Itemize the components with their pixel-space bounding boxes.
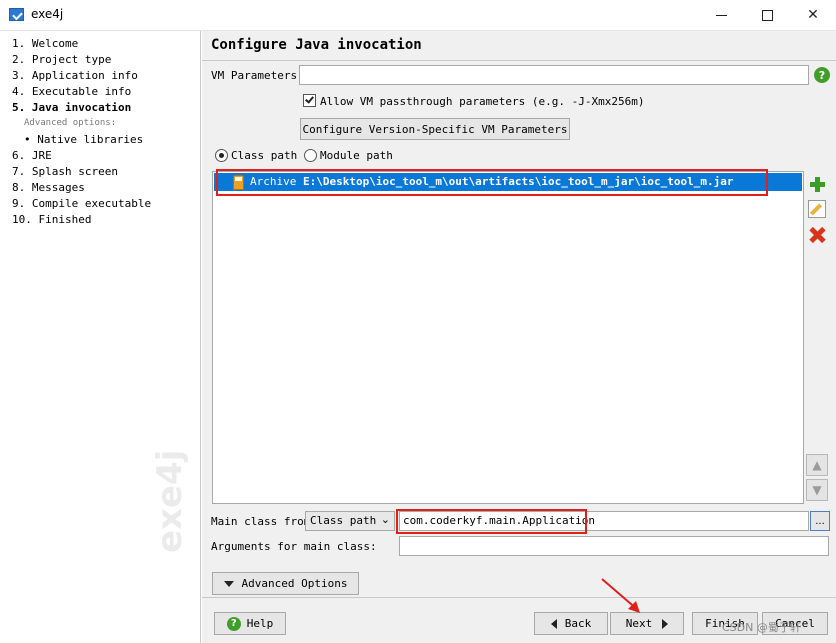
title-divider (202, 60, 836, 61)
back-label: Back (564, 617, 592, 630)
allow-passthrough-label: Allow VM passthrough parameters (e.g. -J… (320, 95, 645, 108)
step-application-info[interactable]: 3. Application info (12, 69, 138, 82)
plus-icon (809, 176, 825, 192)
step-splash-screen[interactable]: 7. Splash screen (12, 165, 118, 178)
watermark-credit: CSDN @蜀于轩 (722, 621, 801, 634)
back-button[interactable]: Back (534, 612, 608, 635)
title-bar: exe4j ✕ (0, 0, 836, 31)
chevron-down-icon: ⌄ (380, 513, 390, 526)
delete-icon (808, 226, 826, 244)
vm-parameters-input[interactable] (299, 65, 809, 85)
native-libraries-label: Native libraries (37, 133, 144, 146)
minimize-icon (715, 14, 727, 16)
annotation-arrow-icon (601, 578, 640, 613)
maximize-icon (761, 9, 773, 21)
browse-main-class-button[interactable]: ... (810, 511, 830, 531)
advanced-options-heading: Advanced options: (24, 118, 117, 128)
step-native-libraries[interactable]: • Native libraries (24, 133, 143, 146)
move-down-button[interactable]: ▼ (806, 479, 828, 501)
close-button[interactable]: ✕ (790, 0, 836, 30)
module-path-radio[interactable] (304, 149, 317, 162)
triangle-left-icon (550, 618, 557, 629)
class-path-radio-label: Class path (231, 149, 298, 162)
triangle-down-icon (223, 580, 234, 587)
step-java-invocation[interactable]: 5. Java invocation (12, 101, 131, 114)
step-welcome[interactable]: 1. Welcome (12, 37, 78, 50)
wizard-steps-sidebar: 1. Welcome 2. Project type 3. Applicatio… (0, 31, 201, 643)
help-icon[interactable]: ? (814, 67, 830, 83)
main-class-source-value: Class path (310, 514, 377, 527)
allow-passthrough-checkbox[interactable] (303, 94, 316, 107)
help-button[interactable]: ? Help (214, 612, 286, 635)
main-class-source-dropdown[interactable]: Class path ⌄ (305, 511, 395, 531)
step-executable-info[interactable]: 4. Executable info (12, 85, 131, 98)
arguments-input[interactable] (399, 536, 829, 556)
step-project-type[interactable]: 2. Project type (12, 53, 111, 66)
annotation-highlight-box (216, 169, 768, 196)
move-up-button[interactable]: ▲ (806, 454, 828, 476)
exe4j-app-icon (9, 8, 24, 21)
window-title: exe4j (31, 7, 64, 21)
help-label: Help (246, 617, 274, 630)
chevron-up-icon: ▲ (812, 458, 822, 472)
step-jre[interactable]: 6. JRE (12, 149, 52, 162)
edit-icon (808, 200, 826, 218)
step-finished[interactable]: 10. Finished (12, 213, 91, 226)
step-compile-executable[interactable]: 9. Compile executable (12, 197, 151, 210)
close-icon: ✕ (807, 7, 819, 23)
main-panel: Configure Java invocation VM Parameters:… (202, 31, 836, 643)
help-icon: ? (226, 616, 241, 631)
classpath-list[interactable]: Archive E:\Desktop\ioc_tool_m\out\artifa… (212, 171, 804, 504)
step-messages[interactable]: 8. Messages (12, 181, 85, 194)
next-label: Next (625, 617, 653, 630)
configure-version-specific-button[interactable]: Configure Version-Specific VM Parameters (300, 118, 570, 140)
edit-entry-button[interactable] (806, 198, 828, 220)
triangle-right-icon (662, 618, 669, 629)
minimize-button[interactable] (698, 0, 744, 30)
class-path-radio[interactable] (215, 149, 228, 162)
advanced-options-button[interactable]: Advanced Options (212, 572, 359, 595)
annotation-highlight-box (396, 509, 587, 534)
advanced-options-label: Advanced Options (241, 577, 348, 590)
checkmark-icon (305, 94, 314, 104)
page-title: Configure Java invocation (211, 37, 422, 53)
chevron-down-icon: ▼ (812, 483, 822, 497)
module-path-radio-label: Module path (320, 149, 393, 162)
vm-parameters-label: VM Parameters: (211, 69, 304, 82)
arguments-label: Arguments for main class: (211, 540, 377, 553)
remove-entry-button[interactable] (806, 224, 828, 246)
footer-divider (202, 597, 836, 598)
maximize-button[interactable] (744, 0, 790, 30)
add-entry-button[interactable] (806, 173, 828, 195)
main-class-from-label: Main class from (211, 515, 311, 528)
exe4j-watermark: exe4j (150, 449, 190, 553)
